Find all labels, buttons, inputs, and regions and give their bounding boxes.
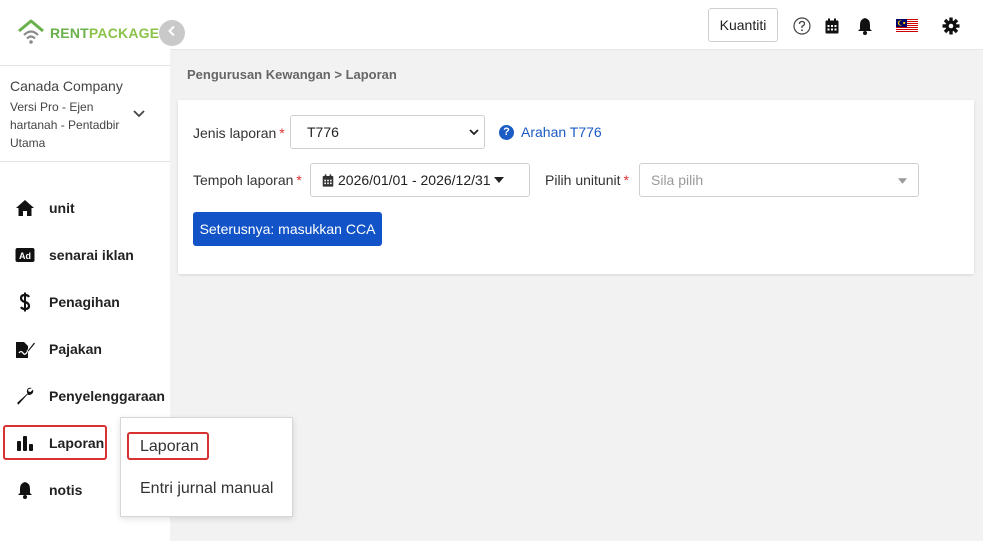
company-plan: Versi Pro - Ejen hartanah - Pentadbir Ut…	[10, 100, 120, 150]
chevron-down-icon[interactable]	[131, 106, 147, 127]
calendar-icon	[322, 173, 334, 187]
bell-icon[interactable]	[855, 16, 875, 36]
malaysia-flag-icon[interactable]	[896, 16, 918, 36]
laporan-highlight-box	[3, 425, 107, 460]
report-type-label: Jenis laporan *	[193, 125, 285, 141]
sidebar-item-penagihan[interactable]: Penagihan	[0, 284, 170, 320]
kuantiti-button[interactable]: Kuantiti	[708, 8, 778, 42]
lease-icon	[14, 338, 36, 360]
wifi-house-icon	[16, 17, 46, 50]
dollar-icon	[14, 291, 36, 313]
menu-item-entri-jurnal-manual[interactable]: Entri jurnal manual	[140, 480, 273, 498]
help-link-text: Arahan T776	[521, 124, 602, 140]
caret-down-icon	[898, 178, 907, 184]
sidebar-item-label: Penyelenggaraan	[49, 388, 165, 404]
sidebar-item-label: Penagihan	[49, 294, 120, 310]
divider	[0, 161, 170, 162]
svg-text:Ad: Ad	[19, 251, 31, 261]
calendar-icon[interactable]	[822, 16, 842, 36]
sidebar-item-label: notis	[49, 482, 83, 498]
bell-icon	[14, 479, 36, 501]
next-enter-cca-button[interactable]: Seterusnya: masukkan CCA	[193, 212, 382, 246]
sidebar-item-unit[interactable]: unit	[0, 190, 170, 226]
company-switcher[interactable]: Canada Company Versi Pro - Ejen hartanah…	[10, 78, 135, 152]
report-type-select[interactable]: T776	[290, 115, 485, 149]
gear-icon[interactable]	[941, 16, 961, 36]
question-icon: ?	[499, 124, 514, 140]
chevron-left-icon	[166, 24, 178, 42]
sidebar-item-label: senarai iklan	[49, 247, 134, 263]
period-label: Tempoh laporan *	[193, 172, 302, 188]
logo-text: RENTPACKAGE	[50, 25, 160, 41]
caret-down-icon	[493, 176, 504, 184]
unit-select[interactable]: Sila pilih	[639, 163, 919, 197]
unit-label: Pilih unitunit *	[545, 172, 629, 188]
period-value: 2026/01/01 - 2026/12/31	[338, 172, 491, 188]
help-icon[interactable]	[792, 16, 812, 36]
unit-placeholder: Sila pilih	[651, 172, 704, 188]
company-name: Canada Company	[10, 78, 123, 94]
logo[interactable]: RENTPACKAGE	[16, 18, 159, 48]
help-link-t776[interactable]: ? Arahan T776	[499, 124, 602, 140]
period-date-range-picker[interactable]: 2026/01/01 - 2026/12/31	[310, 163, 530, 197]
chevron-down-icon	[468, 125, 480, 141]
collapse-sidebar-button[interactable]	[159, 20, 185, 46]
sidebar-item-label: Pajakan	[49, 341, 102, 357]
report-type-value: T776	[307, 124, 339, 140]
menu-laporan-highlight-box	[127, 432, 209, 460]
sidebar-item-penyelenggaraan[interactable]: Penyelenggaraan	[0, 378, 170, 414]
ad-icon: Ad	[14, 244, 36, 266]
home-icon	[14, 197, 36, 219]
breadcrumb: Pengurusan Kewangan > Laporan	[187, 67, 397, 82]
sidebar-item-label: unit	[49, 200, 75, 216]
sidebar-item-pajakan[interactable]: Pajakan	[0, 331, 170, 367]
sidebar-item-senarai-iklan[interactable]: Ad senarai iklan	[0, 237, 170, 273]
wrench-icon	[14, 385, 36, 407]
divider	[0, 65, 170, 66]
